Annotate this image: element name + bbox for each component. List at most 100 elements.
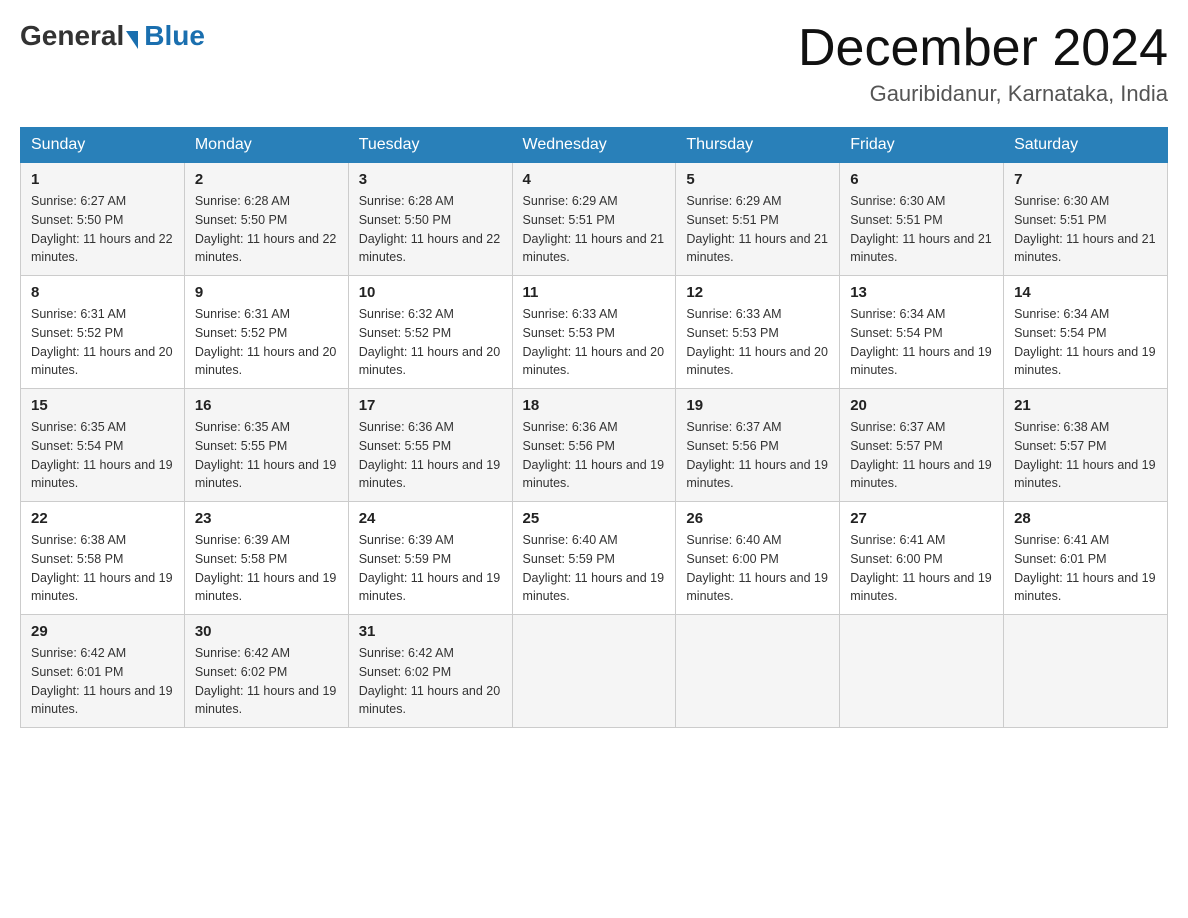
calendar-day-cell: 14 Sunrise: 6:34 AMSunset: 5:54 PMDayligh… [1004,276,1168,389]
day-info: Sunrise: 6:42 AMSunset: 6:02 PMDaylight:… [359,644,502,719]
calendar-day-cell: 17 Sunrise: 6:36 AMSunset: 5:55 PMDayligh… [348,389,512,502]
day-info: Sunrise: 6:42 AMSunset: 6:02 PMDaylight:… [195,644,338,719]
calendar-day-cell: 25 Sunrise: 6:40 AMSunset: 5:59 PMDayligh… [512,502,676,615]
calendar-day-cell: 10Sunrise: 6:32 AMSunset: 5:52 PMDayligh… [348,276,512,389]
day-info: Sunrise: 6:30 AMSunset: 5:51 PMDaylight:… [1014,192,1157,267]
day-info: Sunrise: 6:39 AMSunset: 5:59 PMDaylight:… [359,531,502,606]
day-info: Sunrise: 6:42 AMSunset: 6:01 PMDaylight:… [31,644,174,719]
day-number: 1 [31,171,174,188]
calendar-header: SundayMondayTuesdayWednesdayThursdayFrid… [21,128,1168,163]
day-number: 30 [195,623,338,640]
day-number: 29 [31,623,174,640]
day-number: 18 [523,397,666,414]
day-number: 12 [686,284,829,301]
calendar-day-cell: 11 Sunrise: 6:33 AMSunset: 5:53 PMDayligh… [512,276,676,389]
day-number: 19 [686,397,829,414]
day-info: Sunrise: 6:38 AMSunset: 5:58 PMDaylight:… [31,531,174,606]
day-number: 6 [850,171,993,188]
day-number: 28 [1014,510,1157,527]
calendar-body: 1 Sunrise: 6:27 AMSunset: 5:50 PMDaylight… [21,163,1168,728]
day-info: Sunrise: 6:39 AMSunset: 5:58 PMDaylight:… [195,531,338,606]
weekday-header-monday: Monday [184,128,348,163]
day-info: Sunrise: 6:31 AMSunset: 5:52 PMDaylight:… [31,305,174,380]
calendar-day-cell: 16Sunrise: 6:35 AMSunset: 5:55 PMDayligh… [184,389,348,502]
calendar-day-cell: 27 Sunrise: 6:41 AMSunset: 6:00 PMDayligh… [840,502,1004,615]
weekday-header-tuesday: Tuesday [348,128,512,163]
day-info: Sunrise: 6:34 AMSunset: 5:54 PMDaylight:… [850,305,993,380]
calendar-day-cell: 24Sunrise: 6:39 AMSunset: 5:59 PMDayligh… [348,502,512,615]
day-number: 17 [359,397,502,414]
day-info: Sunrise: 6:34 AMSunset: 5:54 PMDaylight:… [1014,305,1157,380]
day-info: Sunrise: 6:27 AMSunset: 5:50 PMDaylight:… [31,192,174,267]
day-info: Sunrise: 6:36 AMSunset: 5:55 PMDaylight:… [359,418,502,493]
calendar-day-cell [840,615,1004,728]
calendar-day-cell: 23 Sunrise: 6:39 AMSunset: 5:58 PMDayligh… [184,502,348,615]
day-number: 4 [523,171,666,188]
calendar-day-cell: 8 Sunrise: 6:31 AMSunset: 5:52 PMDaylight… [21,276,185,389]
calendar-week-row: 22Sunrise: 6:38 AMSunset: 5:58 PMDayligh… [21,502,1168,615]
day-number: 16 [195,397,338,414]
day-info: Sunrise: 6:35 AMSunset: 5:54 PMDaylight:… [31,418,174,493]
calendar-day-cell: 19Sunrise: 6:37 AMSunset: 5:56 PMDayligh… [676,389,840,502]
day-number: 13 [850,284,993,301]
day-number: 8 [31,284,174,301]
day-info: Sunrise: 6:41 AMSunset: 6:00 PMDaylight:… [850,531,993,606]
day-number: 21 [1014,397,1157,414]
day-info: Sunrise: 6:32 AMSunset: 5:52 PMDaylight:… [359,305,502,380]
calendar-table: SundayMondayTuesdayWednesdayThursdayFrid… [20,127,1168,728]
calendar-day-cell: 30 Sunrise: 6:42 AMSunset: 6:02 PMDayligh… [184,615,348,728]
calendar-day-cell: 15 Sunrise: 6:35 AMSunset: 5:54 PMDayligh… [21,389,185,502]
day-number: 15 [31,397,174,414]
weekday-header-friday: Friday [840,128,1004,163]
day-info: Sunrise: 6:37 AMSunset: 5:57 PMDaylight:… [850,418,993,493]
logo-arrow-icon [126,31,138,49]
day-info: Sunrise: 6:28 AMSunset: 5:50 PMDaylight:… [195,192,338,267]
calendar-day-cell: 28 Sunrise: 6:41 AMSunset: 6:01 PMDayligh… [1004,502,1168,615]
day-info: Sunrise: 6:33 AMSunset: 5:53 PMDaylight:… [686,305,829,380]
logo-general: General [20,20,124,52]
day-info: Sunrise: 6:36 AMSunset: 5:56 PMDaylight:… [523,418,666,493]
day-number: 11 [523,284,666,301]
day-number: 31 [359,623,502,640]
calendar-week-row: 29 Sunrise: 6:42 AMSunset: 6:01 PMDayligh… [21,615,1168,728]
day-info: Sunrise: 6:40 AMSunset: 5:59 PMDaylight:… [523,531,666,606]
calendar-day-cell [1004,615,1168,728]
day-number: 23 [195,510,338,527]
calendar-day-cell: 1 Sunrise: 6:27 AMSunset: 5:50 PMDaylight… [21,163,185,276]
day-info: Sunrise: 6:41 AMSunset: 6:01 PMDaylight:… [1014,531,1157,606]
calendar-day-cell: 18 Sunrise: 6:36 AMSunset: 5:56 PMDayligh… [512,389,676,502]
calendar-day-cell: 3Sunrise: 6:28 AMSunset: 5:50 PMDaylight… [348,163,512,276]
day-number: 7 [1014,171,1157,188]
logo-blue: Blue [144,20,205,52]
calendar-day-cell: 9Sunrise: 6:31 AMSunset: 5:52 PMDaylight… [184,276,348,389]
calendar-day-cell: 21Sunrise: 6:38 AMSunset: 5:57 PMDayligh… [1004,389,1168,502]
logo: General Blue [20,20,205,52]
day-info: Sunrise: 6:29 AMSunset: 5:51 PMDaylight:… [523,192,666,267]
calendar-day-cell [676,615,840,728]
day-info: Sunrise: 6:33 AMSunset: 5:53 PMDaylight:… [523,305,666,380]
day-number: 14 [1014,284,1157,301]
calendar-day-cell: 4 Sunrise: 6:29 AMSunset: 5:51 PMDaylight… [512,163,676,276]
day-number: 27 [850,510,993,527]
day-number: 26 [686,510,829,527]
day-info: Sunrise: 6:40 AMSunset: 6:00 PMDaylight:… [686,531,829,606]
calendar-day-cell: 31 Sunrise: 6:42 AMSunset: 6:02 PMDayligh… [348,615,512,728]
day-number: 9 [195,284,338,301]
calendar-week-row: 15 Sunrise: 6:35 AMSunset: 5:54 PMDayligh… [21,389,1168,502]
weekday-header-sunday: Sunday [21,128,185,163]
day-info: Sunrise: 6:30 AMSunset: 5:51 PMDaylight:… [850,192,993,267]
calendar-week-row: 8 Sunrise: 6:31 AMSunset: 5:52 PMDaylight… [21,276,1168,389]
location-title: Gauribidanur, Karnataka, India [798,81,1168,107]
day-number: 25 [523,510,666,527]
day-number: 2 [195,171,338,188]
page-header: General Blue December 2024 Gauribidanur,… [20,20,1168,107]
weekday-header-thursday: Thursday [676,128,840,163]
title-block: December 2024 Gauribidanur, Karnataka, I… [798,20,1168,107]
calendar-day-cell [512,615,676,728]
weekday-header-saturday: Saturday [1004,128,1168,163]
calendar-day-cell: 29 Sunrise: 6:42 AMSunset: 6:01 PMDayligh… [21,615,185,728]
month-title: December 2024 [798,20,1168,77]
day-number: 3 [359,171,502,188]
calendar-day-cell: 5Sunrise: 6:29 AMSunset: 5:51 PMDaylight… [676,163,840,276]
day-number: 20 [850,397,993,414]
